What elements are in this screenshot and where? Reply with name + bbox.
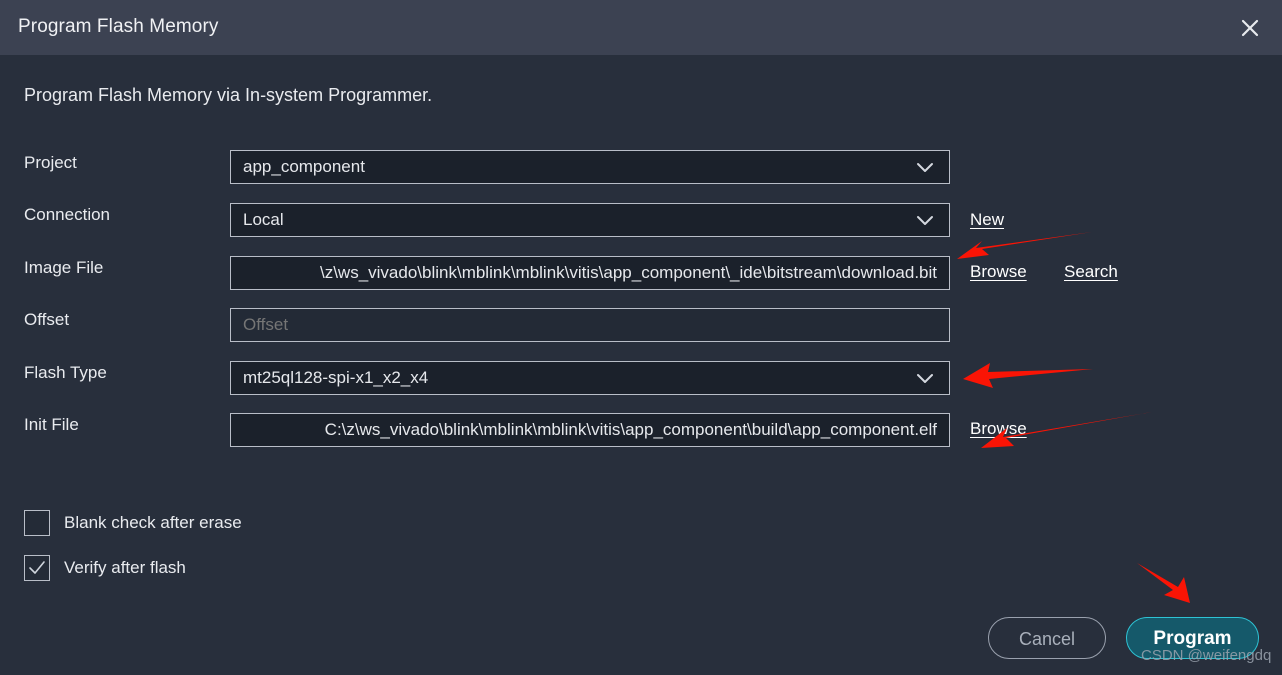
offset-input[interactable] <box>230 308 950 342</box>
arrow-to-program-button <box>1137 563 1190 603</box>
connection-combobox[interactable] <box>230 203 950 237</box>
init-file-input[interactable] <box>230 413 950 447</box>
dialog-description: Program Flash Memory via In-system Progr… <box>24 85 433 105</box>
verify-after-flash-checkbox[interactable]: Verify after flash <box>24 555 186 581</box>
dialog-titlebar: Program Flash Memory <box>0 0 1282 55</box>
label-connection: Connection <box>24 205 111 224</box>
flash-type-combobox[interactable] <box>230 361 950 395</box>
project-combobox[interactable] <box>230 150 950 184</box>
label-flash-type: Flash Type <box>24 363 107 382</box>
label-init-file: Init File <box>24 415 79 434</box>
cancel-button[interactable]: Cancel <box>988 617 1106 659</box>
label-project: Project <box>24 153 77 172</box>
blank-check-after-erase-checkbox[interactable]: Blank check after erase <box>24 510 242 536</box>
checkbox-checked-icon <box>24 555 50 581</box>
label-image-file: Image File <box>24 258 104 277</box>
verify-after-flash-label: Verify after flash <box>64 558 186 577</box>
image-file-search-link[interactable]: Search <box>1064 262 1118 282</box>
program-button[interactable]: Program <box>1126 617 1259 659</box>
init-file-browse-link[interactable]: Browse <box>970 419 1027 439</box>
image-file-browse-link[interactable]: Browse <box>970 262 1027 282</box>
close-icon[interactable] <box>1234 12 1266 44</box>
program-flash-memory-dialog: Program Flash Memory Program Flash Memor… <box>0 0 1282 675</box>
arrow-to-image-file-browse <box>957 232 1092 259</box>
checkbox-unchecked-icon <box>24 510 50 536</box>
image-file-input[interactable] <box>230 256 950 290</box>
blank-check-after-erase-label: Blank check after erase <box>64 513 242 532</box>
arrow-to-flash-type-field <box>963 363 1093 388</box>
dialog-title: Program Flash Memory <box>18 16 219 37</box>
label-offset: Offset <box>24 310 70 329</box>
connection-new-link[interactable]: New <box>970 210 1004 230</box>
